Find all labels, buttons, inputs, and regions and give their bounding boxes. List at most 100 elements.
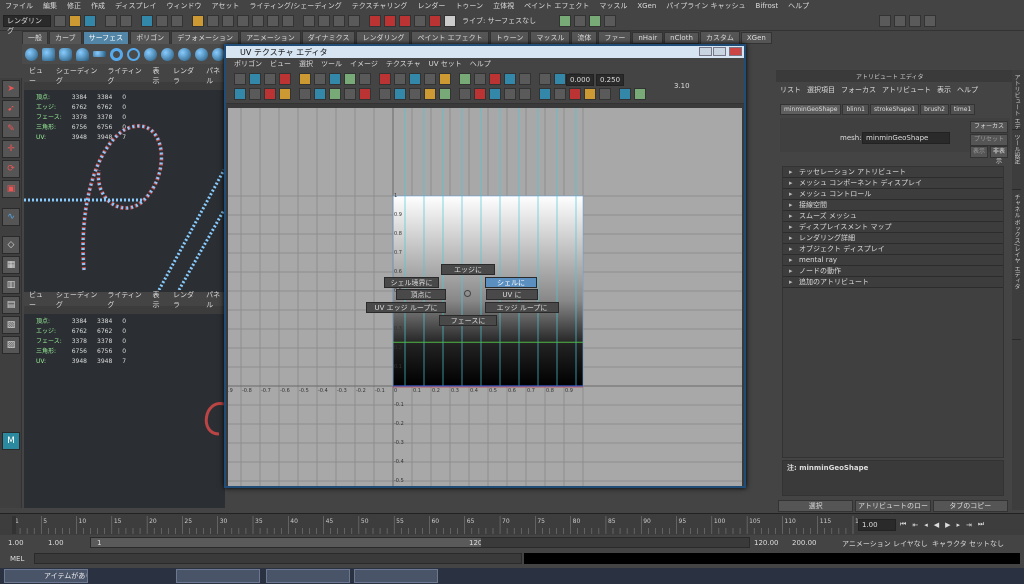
uv-tool-icon[interactable] bbox=[249, 88, 261, 100]
uv-tool-icon[interactable] bbox=[459, 73, 471, 85]
ae-menu-item[interactable]: 表示 bbox=[937, 85, 951, 95]
layout-extra-icon[interactable]: ▨ bbox=[2, 336, 20, 354]
uv-tool-icon[interactable] bbox=[599, 88, 611, 100]
menubar-item[interactable]: XGen bbox=[637, 2, 656, 10]
shelf-tab[interactable]: サーフェス bbox=[82, 30, 130, 45]
ae-button[interactable]: タブのコピー bbox=[932, 500, 1008, 512]
time-slider[interactable]: 1 5 10 15 20 25 30 35 40 45 50 55 60 65 70 75 80 85 90 95 10… bbox=[0, 513, 1024, 535]
marking-menu-uv[interactable]: UV に bbox=[486, 289, 538, 300]
ae-button[interactable]: アトリビュートのロード bbox=[855, 500, 931, 520]
xgen-preview-icon[interactable] bbox=[604, 15, 617, 27]
uv-tool-icon[interactable] bbox=[409, 73, 421, 85]
mask-icon[interactable] bbox=[192, 15, 204, 27]
uv-editor-window[interactable]: UV テクスチャ エディタ ポリゴン ビュー 選択 ツール イメージ テクスチャ UV セッ… bbox=[224, 44, 746, 488]
taskbar-item-1[interactable]: アイテムがありません bbox=[4, 569, 88, 583]
shelf-tab[interactable]: ポリゴン bbox=[130, 30, 171, 45]
render-settings-icon[interactable] bbox=[399, 15, 411, 27]
hypershade-icon[interactable] bbox=[414, 15, 426, 27]
nurbs-cube-icon[interactable] bbox=[42, 47, 55, 61]
shelf-tab[interactable]: カスタム bbox=[699, 30, 740, 45]
menubar-item[interactable]: 編集 bbox=[43, 1, 57, 11]
persp-graph-icon[interactable]: ▤ bbox=[2, 296, 20, 314]
marking-menu-face[interactable]: フェースに bbox=[439, 315, 497, 326]
uv-field-3[interactable]: 3.10 bbox=[671, 81, 691, 93]
ipr-render-icon[interactable] bbox=[384, 15, 396, 27]
show-manipulator-icon[interactable]: ∿ bbox=[2, 208, 20, 226]
viewport-menu-item[interactable]: ビュー bbox=[29, 290, 48, 310]
nurbs-torus-icon[interactable] bbox=[110, 47, 123, 61]
hide-button[interactable]: 非表示 bbox=[990, 146, 1008, 165]
menubar-item[interactable]: 立体視 bbox=[493, 1, 514, 11]
menubar-item[interactable]: パイプライン キャッシュ bbox=[666, 1, 745, 11]
ae-tab[interactable]: minminGeoShape bbox=[780, 104, 842, 115]
menubar-item[interactable]: ペイント エフェクト bbox=[524, 1, 589, 11]
uv-tool-icon[interactable] bbox=[519, 73, 531, 85]
uv-tool-icon[interactable] bbox=[459, 88, 471, 100]
side-tab[interactable]: チャネル ボックス/レイヤ エディタ bbox=[1012, 190, 1021, 340]
uv-tool-icon[interactable] bbox=[439, 88, 451, 100]
select-tool-icon[interactable]: ➤ bbox=[2, 80, 20, 98]
marking-menu-edge-loop[interactable]: エッジ ループに bbox=[485, 302, 559, 313]
viewport-bottom[interactable]: ビュー シェーディング ライティング 表示 レンダラ パネル 頂点: 3384 3384 0 エッ… bbox=[24, 291, 225, 508]
uv-tool-icon[interactable] bbox=[554, 88, 566, 100]
render-icon[interactable] bbox=[369, 15, 381, 27]
uv-tool-icon[interactable] bbox=[539, 88, 551, 100]
ae-tab[interactable]: time1 bbox=[949, 104, 976, 115]
viewport-menu-item[interactable]: パネル bbox=[206, 290, 225, 310]
uv-tool-icon[interactable] bbox=[474, 73, 486, 85]
taskbar-item-2[interactable] bbox=[176, 569, 260, 583]
ae-section[interactable]: テッセレーション アトリビュート bbox=[783, 167, 1003, 178]
ae-button[interactable]: 選択 bbox=[778, 500, 854, 512]
ae-tab[interactable]: brush2 bbox=[920, 104, 949, 115]
viewport-menu-item[interactable]: レンダラ bbox=[173, 66, 198, 86]
go-to-start-icon[interactable]: ⏮ bbox=[900, 520, 906, 529]
taskbar-item-4[interactable] bbox=[354, 569, 438, 583]
viewport-menu-item[interactable]: 表示 bbox=[153, 290, 166, 310]
uv-tool-icon[interactable] bbox=[314, 88, 326, 100]
range-end2[interactable]: 200.00 bbox=[792, 539, 817, 547]
select-component-icon[interactable] bbox=[171, 15, 183, 27]
shelf-tab[interactable]: ダイナミクス bbox=[301, 30, 356, 45]
ae-section[interactable]: 追加のアトリビュート bbox=[783, 277, 1003, 288]
uv-field-2[interactable]: 0.250 bbox=[596, 74, 624, 86]
ae-menu-item[interactable]: アトリビュート bbox=[882, 85, 931, 95]
marking-menu-shell-border[interactable]: シェル境界に bbox=[384, 277, 439, 288]
menubar-item[interactable]: レンダー bbox=[417, 1, 445, 11]
ae-tab[interactable]: strokeShape1 bbox=[870, 104, 920, 115]
ae-section[interactable]: ノードの動作 bbox=[783, 266, 1003, 277]
uv-tool-icon[interactable] bbox=[234, 73, 246, 85]
render-view-icon[interactable] bbox=[429, 15, 441, 27]
uv-tool-icon[interactable] bbox=[299, 88, 311, 100]
select-hierarchy-icon[interactable] bbox=[141, 15, 153, 27]
mask-points-icon[interactable] bbox=[207, 15, 219, 27]
side-tab[interactable]: アトリビュート エディタ bbox=[1012, 70, 1021, 130]
mask-dynamics-icon[interactable] bbox=[267, 15, 279, 27]
menubar-item[interactable]: ライティング/シェーディング bbox=[249, 1, 341, 11]
revolve-icon[interactable] bbox=[161, 47, 174, 61]
undo-icon[interactable] bbox=[105, 15, 117, 27]
uv-tool-icon[interactable] bbox=[569, 88, 581, 100]
uv-tool-icon[interactable] bbox=[329, 88, 341, 100]
lasso-tool-icon[interactable]: ➹ bbox=[2, 100, 20, 118]
menubar-item[interactable]: 修正 bbox=[67, 1, 81, 11]
shelf-tab[interactable]: nHair bbox=[632, 31, 664, 44]
ae-tab[interactable]: blinn1 bbox=[842, 104, 870, 115]
shelf-tab[interactable]: レンダリング bbox=[356, 30, 411, 45]
outliner-layout-icon[interactable]: ▧ bbox=[2, 316, 20, 334]
select-object-icon[interactable] bbox=[156, 15, 168, 27]
mesh-name-field[interactable]: minminGeoShape bbox=[862, 132, 950, 144]
uv-tool-icon[interactable] bbox=[409, 88, 421, 100]
layout-icon-3[interactable] bbox=[909, 15, 922, 27]
mel-input[interactable] bbox=[34, 553, 522, 564]
play-forward-icon[interactable]: ▶ bbox=[945, 521, 950, 529]
shelf-tab[interactable]: nCloth bbox=[664, 31, 699, 44]
viewport-menu-item[interactable]: シェーディング bbox=[56, 66, 100, 86]
minimize-icon[interactable] bbox=[699, 47, 712, 56]
maximize-icon[interactable] bbox=[713, 47, 726, 56]
nurbs-cone-icon[interactable] bbox=[76, 47, 89, 61]
shelf-tab[interactable]: 流体 bbox=[571, 30, 598, 45]
ae-menu-item[interactable]: フォーカス bbox=[841, 85, 876, 95]
menubar-item[interactable]: ウィンドウ bbox=[167, 1, 202, 11]
four-view-icon[interactable]: ▦ bbox=[2, 256, 20, 274]
uv-menu-item[interactable]: イメージ bbox=[350, 59, 378, 69]
